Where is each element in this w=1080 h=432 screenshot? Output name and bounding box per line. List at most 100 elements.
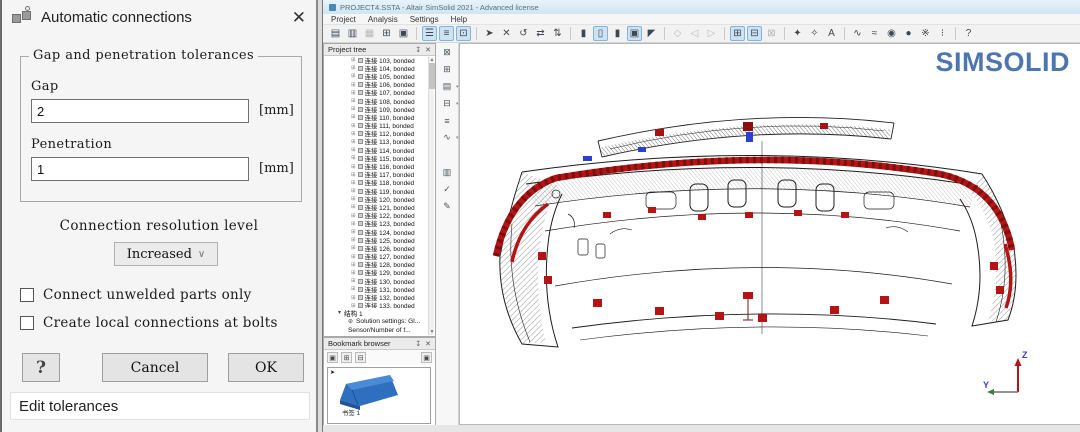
standard-views-icon[interactable]: ▤▾: [440, 80, 455, 93]
menu-settings[interactable]: Settings: [410, 15, 439, 24]
table-icon[interactable]: ⊟: [747, 26, 762, 41]
expander-icon[interactable]: ⊞: [351, 237, 356, 243]
folder-icon[interactable]: ⊞: [379, 26, 394, 41]
fit-view-icon[interactable]: ⊠: [440, 46, 455, 59]
solution-settings-node[interactable]: ⊛ Solution settings: Gl...: [324, 317, 428, 326]
bolt-icon[interactable]: ◉: [884, 26, 899, 41]
review-icon[interactable]: ∿▾: [440, 131, 455, 144]
more-icon[interactable]: ⁝: [935, 26, 950, 41]
clip-plane-icon[interactable]: ≡: [440, 114, 455, 127]
connect-unwelded-checkbox[interactable]: [20, 288, 34, 302]
rotate-icon[interactable]: ↺: [516, 26, 531, 41]
nut-icon[interactable]: ●: [901, 26, 916, 41]
local-connections-checkbox-row[interactable]: Create local connections at bolts: [20, 315, 278, 331]
expander-icon[interactable]: ⊞: [351, 262, 356, 268]
expander-icon[interactable]: ⊞: [351, 213, 356, 219]
menu-project[interactable]: Project: [331, 15, 356, 24]
grid-icon[interactable]: ⊞: [730, 26, 745, 41]
menu-analysis[interactable]: Analysis: [368, 15, 398, 24]
bookmark-capture-icon[interactable]: ▥: [440, 166, 455, 179]
expander-icon[interactable]: ⊞: [351, 204, 356, 210]
expander-icon[interactable]: ⊞: [351, 172, 356, 178]
print-icon[interactable]: ▤: [328, 26, 343, 41]
tree-scrollbar[interactable]: ▲ ▼: [428, 57, 434, 335]
row-view-icon[interactable]: ≡: [439, 26, 454, 41]
capture-view-icon[interactable]: ▣: [421, 352, 432, 363]
close-grid-icon[interactable]: ⊠: [764, 26, 779, 41]
list-view-icon[interactable]: ☰: [422, 26, 437, 41]
expander-icon[interactable]: ⊞: [351, 147, 356, 153]
bounds-icon[interactable]: ▣: [627, 26, 642, 41]
render-mode-icon[interactable]: ⊟▾: [440, 97, 455, 110]
seam-weld-icon[interactable]: ∿: [850, 26, 865, 41]
delete-icon[interactable]: ✕: [499, 26, 514, 41]
back-icon[interactable]: ◁: [687, 26, 702, 41]
expander-icon[interactable]: ⊞: [351, 65, 356, 71]
expander-icon[interactable]: ⊞: [351, 82, 356, 88]
expander-icon[interactable]: ⊞: [351, 270, 356, 276]
expander-icon[interactable]: ⊞: [351, 196, 356, 202]
undo-icon[interactable]: ◇: [670, 26, 685, 41]
model-viewport[interactable]: SIMSOLID: [459, 43, 1080, 425]
bookmark-thumbnail[interactable]: ➤ 书签 1: [327, 367, 431, 424]
hollow-filter-icon[interactable]: ▯: [593, 26, 608, 41]
accept-icon[interactable]: ✓: [440, 183, 455, 196]
expander-icon[interactable]: ⊞: [351, 295, 356, 301]
pin-icon[interactable]: ↧: [415, 340, 421, 348]
close-icon[interactable]: ✕: [292, 9, 306, 26]
expander-icon[interactable]: ⊞: [351, 139, 356, 145]
section-icon[interactable]: ◤: [644, 26, 659, 41]
expander-icon[interactable]: ⊞: [351, 286, 356, 292]
expander-icon[interactable]: ⊞: [351, 221, 356, 227]
save-icon[interactable]: ▣: [396, 26, 411, 41]
cancel-button[interactable]: Cancel: [102, 353, 208, 382]
expander-icon[interactable]: ⊞: [351, 245, 356, 251]
solid-filter-icon[interactable]: ▮: [610, 26, 625, 41]
remove-bookmark-icon[interactable]: ⊟: [355, 352, 366, 363]
local-connections-checkbox[interactable]: [20, 316, 34, 330]
forward-icon[interactable]: ▷: [704, 26, 719, 41]
laser-weld-icon[interactable]: ≈: [867, 26, 882, 41]
expander-icon[interactable]: ⊞: [351, 114, 356, 120]
expander-icon[interactable]: ⊞: [351, 180, 356, 186]
sensor-node[interactable]: Sensor/Number of f...: [324, 326, 428, 335]
virtual-connector-icon[interactable]: ※: [918, 26, 933, 41]
expander-icon[interactable]: ⊞: [351, 229, 356, 235]
expander-icon[interactable]: ⊞: [351, 123, 356, 129]
analysis-node[interactable]: ▾ 结构 1: [324, 308, 428, 317]
pan-icon[interactable]: ⇄: [533, 26, 548, 41]
gap-input[interactable]: [31, 99, 249, 123]
annotation-icon[interactable]: A: [824, 26, 839, 41]
expander-icon[interactable]: ⊞: [351, 90, 356, 96]
expander-icon[interactable]: ▾: [338, 309, 341, 316]
scroll-down-icon[interactable]: ▼: [429, 329, 435, 335]
expander-icon[interactable]: ⊞: [351, 106, 356, 112]
ok-button[interactable]: OK: [228, 353, 304, 382]
close-icon[interactable]: ✕: [425, 46, 431, 54]
connect-unwelded-checkbox-row[interactable]: Connect unwelded parts only: [20, 287, 252, 303]
expander-icon[interactable]: ⊞: [351, 155, 356, 161]
pin-icon[interactable]: ↧: [415, 46, 421, 54]
measure-icon[interactable]: ⇅: [550, 26, 565, 41]
resolution-dropdown[interactable]: Increased ∨: [114, 242, 218, 266]
connect-icon[interactable]: ✦: [790, 26, 805, 41]
menu-help[interactable]: Help: [451, 15, 467, 24]
spot-weld-icon[interactable]: ✧: [807, 26, 822, 41]
penetration-input[interactable]: [31, 157, 249, 181]
add-bookmark-icon[interactable]: ⊞: [341, 352, 352, 363]
zoom-window-icon[interactable]: ⊞: [440, 63, 455, 76]
part-filter-icon[interactable]: ▮: [576, 26, 591, 41]
display-icon[interactable]: ⊡: [456, 26, 471, 41]
open-icon[interactable]: ▥: [345, 26, 360, 41]
expander-icon[interactable]: ⊞: [351, 278, 356, 284]
copy-bookmark-icon[interactable]: ▣: [327, 352, 338, 363]
expander-icon[interactable]: ⊞: [351, 98, 356, 104]
pick-icon[interactable]: ➤: [482, 26, 497, 41]
copy-icon[interactable]: ▦: [362, 26, 377, 41]
scrollbar-thumb[interactable]: [429, 63, 435, 89]
close-icon[interactable]: ✕: [425, 340, 431, 348]
expander-icon[interactable]: ⊞: [351, 164, 356, 170]
edit-icon[interactable]: ✎: [440, 200, 455, 213]
expander-icon[interactable]: ⊞: [351, 254, 356, 260]
help-icon[interactable]: ?: [961, 26, 976, 41]
